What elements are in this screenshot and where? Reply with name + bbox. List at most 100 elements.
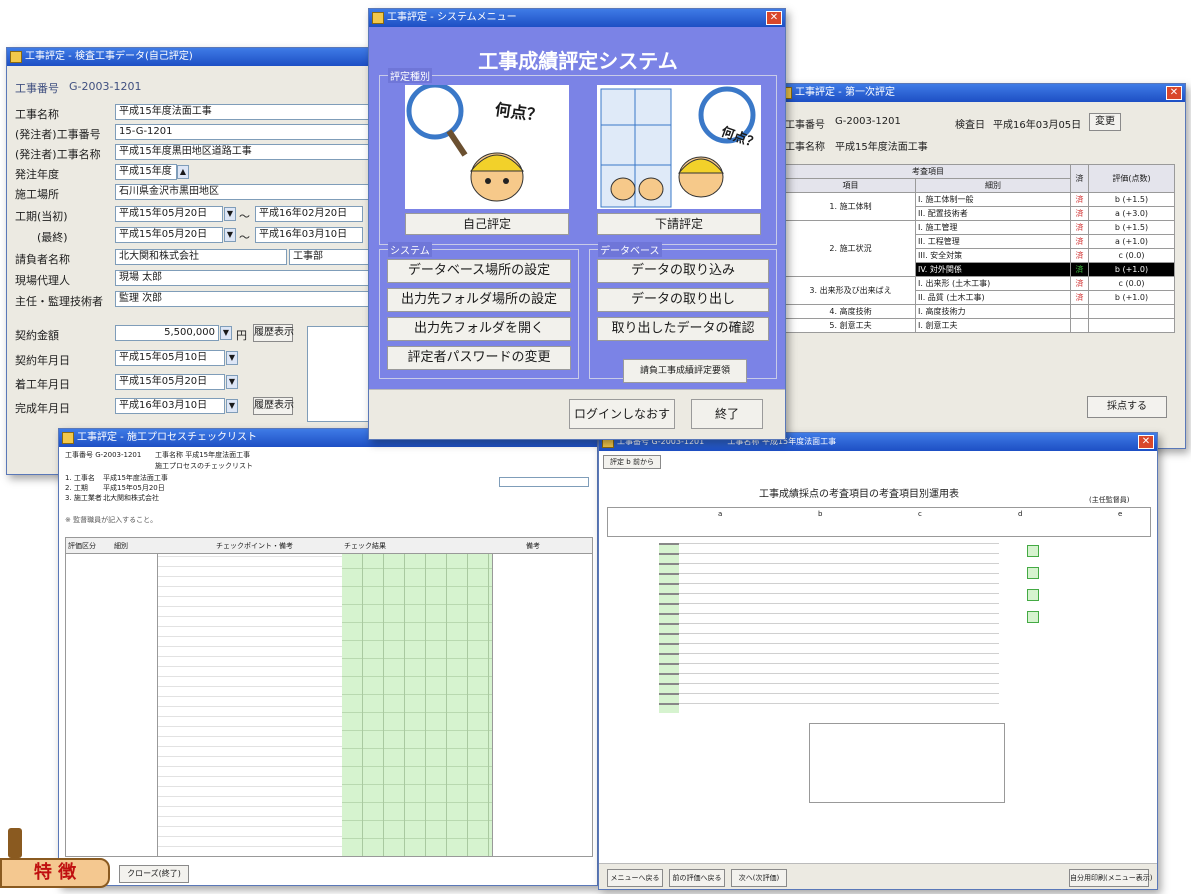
- table-row[interactable]: 1. 施工体制 I. 施工体制一般 済 b (+1.5): [785, 192, 1175, 221]
- done-mark-icon: 済: [1070, 192, 1089, 207]
- side-check-box[interactable]: [1027, 545, 1039, 557]
- history-button-2[interactable]: 履歴表示: [253, 397, 294, 415]
- exit-button[interactable]: 終了: [691, 399, 763, 429]
- criteria-window: 工事番号 G-2003-1201 工事名称 平成15年度法面工事 ✕ 評定 b …: [598, 432, 1158, 890]
- contractor-dept-field[interactable]: 工事部: [289, 249, 371, 265]
- close-icon[interactable]: ✕: [1138, 435, 1154, 449]
- section-column: [66, 554, 158, 856]
- period-final-end-field[interactable]: 平成16年03月10日: [255, 227, 363, 243]
- period-final-start-dropdown[interactable]: ▼: [224, 228, 236, 242]
- engineer-field[interactable]: 監理 次郎: [115, 291, 371, 307]
- contractor-field[interactable]: 北大関和株式会社: [115, 249, 287, 265]
- period-end-field[interactable]: 平成16年02月20日: [255, 206, 363, 222]
- sub-eval-button[interactable]: 下請評定: [597, 213, 761, 235]
- header-section: 区分: [82, 542, 96, 550]
- row-score: c (0.0): [1088, 248, 1175, 263]
- table-row[interactable]: 2. 施工状況 I. 施工管理 済 b (+1.5): [785, 220, 1175, 277]
- period-start-field[interactable]: 平成15年05月20日: [115, 206, 223, 222]
- completion-date-dropdown[interactable]: ▼: [226, 399, 238, 413]
- period-final-start-field[interactable]: 平成15年05月20日: [115, 227, 223, 243]
- info-value: 平成15年度法面工事: [103, 474, 168, 482]
- back-to-menu-button[interactable]: メニューへ戻る: [607, 869, 663, 887]
- row-detail: III. 安全対策: [915, 248, 1071, 263]
- contract-date-field[interactable]: 平成15年05月10日: [115, 350, 225, 366]
- field-label: 施工場所: [15, 188, 59, 201]
- work-name-field[interactable]: 平成15年度法面工事: [115, 104, 371, 120]
- done-mark-icon: 済: [1070, 206, 1089, 221]
- contractor-label: 請負者名称: [15, 253, 70, 266]
- agent-field[interactable]: 現場 太郎: [115, 270, 371, 286]
- import-data-button[interactable]: データの取り込み: [597, 259, 769, 283]
- client-work-name-field[interactable]: 平成15年度黒田地区道路工事: [115, 144, 371, 160]
- row-detail: I. 創意工夫: [915, 318, 1071, 333]
- check-exported-data-button[interactable]: 取り出したデータの確認: [597, 317, 769, 341]
- change-date-button[interactable]: 変更: [1089, 113, 1121, 131]
- period-label: 工期(当初): [15, 210, 68, 223]
- header-remarks: 備考: [526, 542, 540, 550]
- side-check-box[interactable]: [1027, 611, 1039, 623]
- engineer-label: 主任・監理技術者: [15, 295, 103, 308]
- contract-date-dropdown[interactable]: ▼: [226, 351, 238, 365]
- done-mark-icon: 済: [1070, 276, 1089, 291]
- score-button[interactable]: 採点する: [1087, 396, 1167, 418]
- header-eval: 評価: [68, 542, 82, 550]
- self-eval-button[interactable]: 自己評定: [405, 213, 569, 235]
- contractor-guidelines-button[interactable]: 請負工事成績評定要領: [623, 359, 747, 383]
- year-spinner[interactable]: ▲: [177, 165, 189, 179]
- amount-field[interactable]: 5,500,000: [115, 325, 219, 341]
- side-check-box[interactable]: [1027, 589, 1039, 601]
- done-mark-icon: 済: [1070, 220, 1089, 235]
- period-final-label: (最終): [37, 231, 68, 244]
- period-start-dropdown[interactable]: ▼: [224, 207, 236, 221]
- site-field[interactable]: 石川県金沢市黒田地区: [115, 184, 371, 200]
- next-eval-button[interactable]: 次へ(次評価): [731, 869, 787, 887]
- row-score: a (+3.0): [1088, 206, 1175, 221]
- relogin-button[interactable]: ログインしなおす: [569, 399, 675, 429]
- work-no-value: G-2003-1201: [69, 80, 142, 93]
- open-output-folder-button[interactable]: 出力先フォルダを開く: [387, 317, 571, 341]
- grade-e: e: [1118, 510, 1123, 518]
- close-checklist-button[interactable]: クローズ(終了): [119, 865, 189, 883]
- history-button[interactable]: 履歴表示: [253, 324, 294, 342]
- close-icon[interactable]: ✕: [766, 11, 782, 25]
- header-detail: 細別: [114, 542, 128, 550]
- evaluator-field[interactable]: [499, 477, 589, 487]
- work-no-label: 工事番号: [15, 82, 59, 95]
- export-data-button[interactable]: データの取り出し: [597, 288, 769, 312]
- output-folder-location-button[interactable]: 出力先フォルダ場所の設定: [387, 288, 571, 312]
- info-label: 1. 工事名: [65, 474, 95, 482]
- check-result-area[interactable]: [342, 554, 492, 856]
- table-row[interactable]: 4. 高度技術 I. 高度技術力: [785, 304, 1175, 319]
- start-date-field[interactable]: 平成15年05月20日: [115, 374, 225, 390]
- table-row[interactable]: 3. 出来形及び出来ばえ I. 出来形 (土木工事) 済 c (0.0): [785, 276, 1175, 305]
- change-password-button[interactable]: 評定者パスワードの変更: [387, 346, 571, 370]
- field-label: (発注者)工事番号: [15, 128, 101, 141]
- self-eval-titlebar: 工事評定 - 検査工事データ(自己評定): [7, 48, 371, 66]
- work-no-value: G-2003-1201: [835, 116, 901, 127]
- amount-dropdown[interactable]: ▼: [220, 326, 232, 340]
- close-icon[interactable]: ✕: [1166, 86, 1182, 100]
- client-work-no-field[interactable]: 15-G-1201: [115, 124, 371, 140]
- print-button[interactable]: 自分用印刷(メニュー表示): [1069, 869, 1152, 887]
- side-check-box[interactable]: [1027, 567, 1039, 579]
- notes-area[interactable]: [307, 326, 371, 422]
- row-score: [1088, 318, 1175, 333]
- start-date-dropdown[interactable]: ▼: [226, 375, 238, 389]
- self-eval-illustration: 何点？: [405, 85, 569, 209]
- checklist-subtitle: 施工プロセスのチェックリスト: [155, 462, 253, 470]
- criteria-checklist[interactable]: [659, 543, 999, 713]
- database-group-label: データベース: [598, 242, 662, 257]
- prev-eval-button[interactable]: 前の評価へ戻る: [669, 869, 725, 887]
- row-detail: I. 高度技術力: [915, 304, 1071, 319]
- criteria-toolbar[interactable]: 評定 b 前から: [603, 455, 661, 469]
- remarks-column: [492, 554, 592, 856]
- row-item: 3. 出来形及び出来ばえ: [785, 276, 916, 305]
- row-item: 2. 施工状況: [785, 220, 916, 277]
- table-row[interactable]: 5. 創意工夫 I. 創意工夫: [785, 318, 1175, 333]
- checklist-notes: ※ 監督職員が記入すること。: [65, 516, 158, 524]
- db-location-button[interactable]: データベース場所の設定: [387, 259, 571, 283]
- fiscal-year-field[interactable]: 平成15年度: [115, 164, 177, 180]
- completion-date-field[interactable]: 平成16年03月10日: [115, 398, 225, 414]
- check-column[interactable]: [659, 543, 679, 713]
- agent-label: 現場代理人: [15, 274, 70, 287]
